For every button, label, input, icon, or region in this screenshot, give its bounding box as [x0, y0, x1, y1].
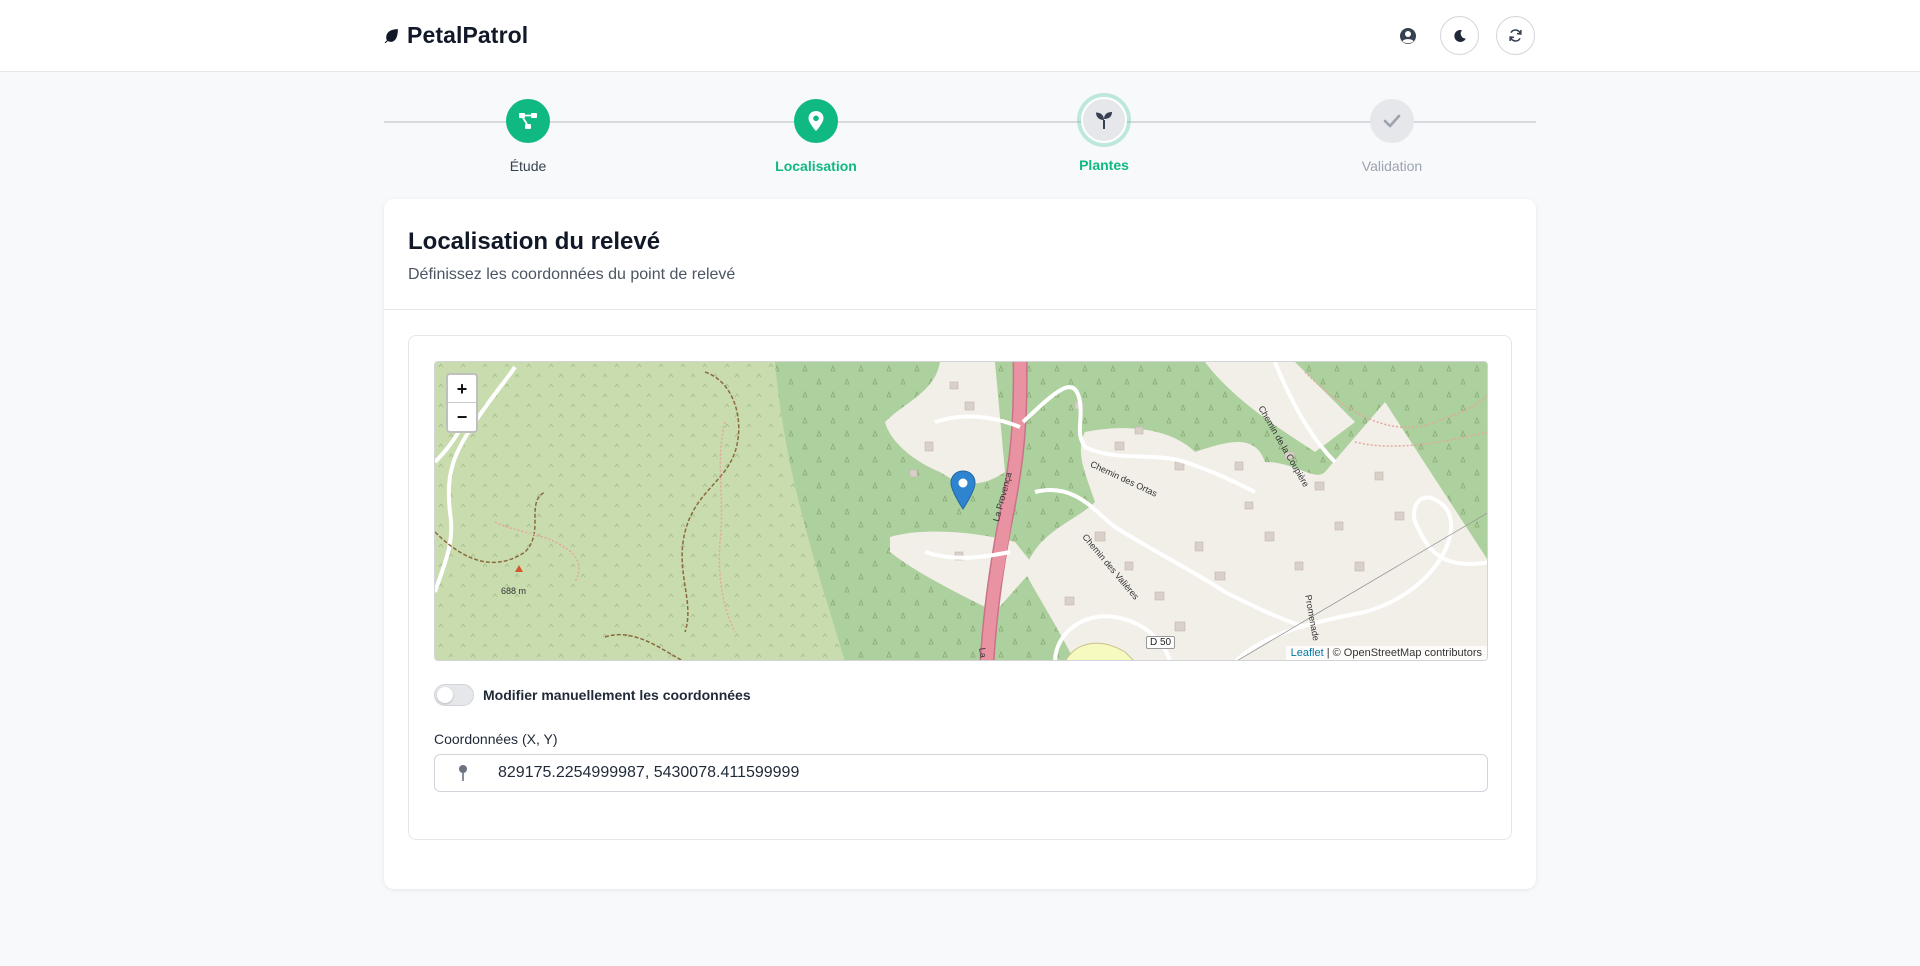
zoom-out-button[interactable]: − — [448, 403, 476, 431]
card-title: Localisation du relevé — [408, 228, 661, 255]
step-validation[interactable]: Validation — [1292, 96, 1492, 174]
leaf-icon — [384, 29, 398, 44]
map-marker-icon[interactable] — [950, 470, 976, 510]
step-etude[interactable]: Étude — [428, 96, 628, 174]
hierarchy-icon — [519, 113, 537, 129]
user-circle-icon[interactable] — [1398, 26, 1418, 46]
brand[interactable]: PetalPatrol — [383, 22, 528, 49]
step-localisation[interactable]: Localisation — [716, 96, 916, 174]
brand-name: PetalPatrol — [407, 22, 529, 48]
theme-toggle-button[interactable] — [1440, 16, 1479, 55]
card-header: Localisation du relevé Définissez les co… — [384, 199, 1536, 310]
manual-edit-toggle-row: Modifier manuellement les coordonnées — [434, 684, 751, 706]
step-circle-localisation — [794, 99, 838, 143]
refresh-button[interactable] — [1496, 16, 1535, 55]
step-circle-validation — [1370, 99, 1414, 143]
toggle-knob — [437, 687, 453, 703]
attribution-text: | © OpenStreetMap contributors — [1323, 647, 1482, 659]
manual-edit-label: Modifier manuellement les coordonnées — [483, 687, 751, 703]
leaflet-link[interactable]: Leaflet — [1291, 647, 1324, 659]
step-label: Plantes — [1079, 157, 1129, 173]
coordinates-label: Coordonnées (X, Y) — [434, 731, 558, 747]
map-attribution: Leaflet | © OpenStreetMap contributors — [1285, 646, 1487, 660]
progress-stepper: Étude Localisation Plantes Validation — [384, 96, 1536, 176]
zoom-in-button[interactable]: + — [448, 375, 476, 403]
top-header: PetalPatrol — [0, 0, 1920, 72]
step-circle-plantes — [1081, 97, 1127, 143]
step-label: Étude — [509, 158, 547, 174]
step-plantes[interactable]: Plantes — [1004, 96, 1204, 173]
card-subtitle: Définissez les coordonnées du point de r… — [408, 266, 736, 283]
coordinates-input[interactable] — [498, 755, 1478, 791]
sprout-icon — [1096, 112, 1112, 129]
pin-icon — [459, 765, 467, 781]
step-label: Validation — [1361, 158, 1423, 174]
map-pin-icon — [808, 111, 824, 131]
elevation-label: 688 m — [501, 586, 527, 596]
zoom-control: + − — [446, 373, 478, 433]
refresh-icon — [1509, 29, 1522, 42]
road-badge: D 50 — [1146, 636, 1176, 649]
map-tiles — [435, 362, 1487, 660]
map[interactable]: 688 m La Provença La Prov Chemin des Ort… — [434, 361, 1488, 661]
step-label: Localisation — [775, 158, 857, 174]
manual-edit-toggle[interactable] — [434, 684, 474, 706]
step-circle-etude — [506, 99, 550, 143]
location-card: Localisation du relevé Définissez les co… — [384, 199, 1536, 889]
moon-icon — [1453, 29, 1466, 42]
location-panel: 688 m La Provença La Prov Chemin des Ort… — [408, 335, 1512, 840]
check-icon — [1383, 114, 1401, 128]
coordinates-field[interactable] — [434, 754, 1488, 792]
